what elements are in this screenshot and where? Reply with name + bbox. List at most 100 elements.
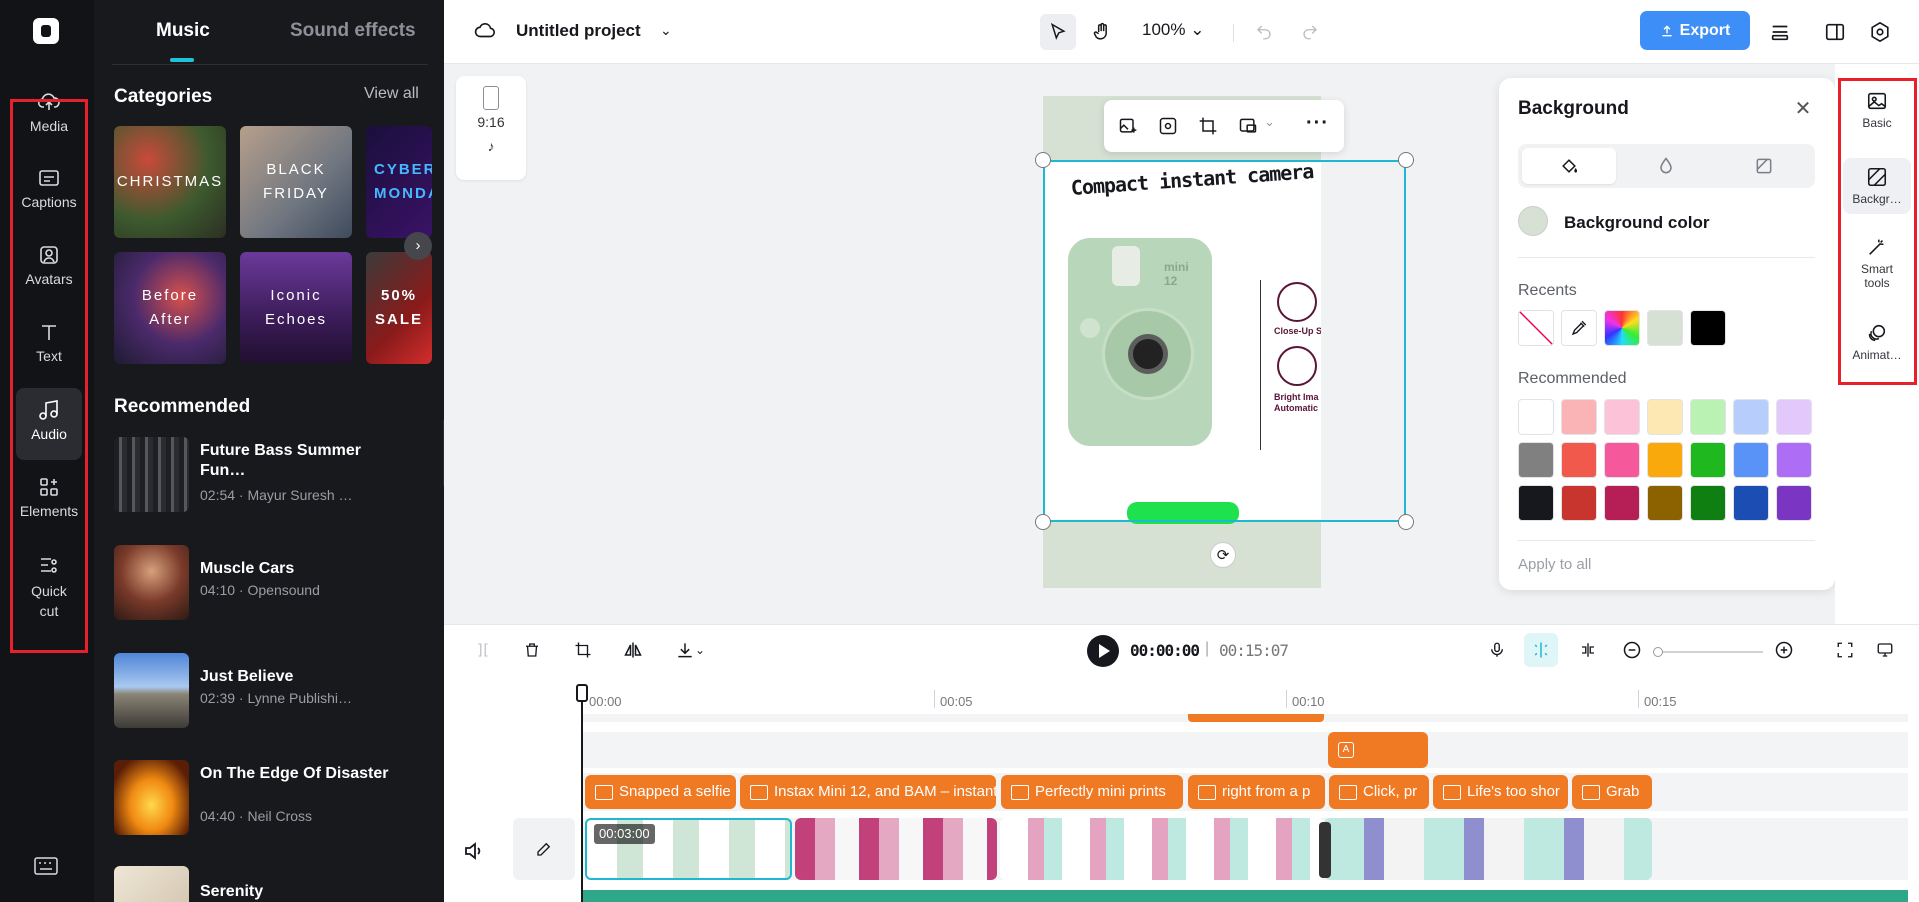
more-icon[interactable]: ···: [1306, 112, 1329, 135]
sidebar-item-elements[interactable]: Elements: [16, 465, 82, 537]
color-swatch[interactable]: [1776, 442, 1812, 478]
color-swatch[interactable]: [1647, 485, 1683, 521]
color-swatch[interactable]: [1604, 485, 1640, 521]
tab-color-fill[interactable]: [1522, 148, 1616, 184]
color-swatch[interactable]: [1776, 399, 1812, 435]
sidebar-item-text[interactable]: Text: [16, 310, 82, 382]
close-icon[interactable]: ✕: [1792, 98, 1814, 120]
track-item[interactable]: Just Believe 02:39 · Lynne Publishi…: [114, 653, 434, 733]
video-clip[interactable]: [1000, 818, 1324, 880]
tab-image[interactable]: [1717, 148, 1811, 184]
resize-handle[interactable]: [1398, 514, 1414, 530]
tab-music[interactable]: Music: [156, 20, 210, 42]
color-swatch[interactable]: [1561, 485, 1597, 521]
video-clip[interactable]: [795, 818, 997, 880]
zoom-slider[interactable]: [1653, 647, 1763, 657]
capcut-logo[interactable]: [33, 18, 59, 44]
view-all-link[interactable]: View all: [364, 85, 419, 103]
caption-clip[interactable]: Instax Mini 12, and BAM – instant: [740, 775, 996, 809]
export-button[interactable]: Export: [1640, 11, 1750, 50]
preview-window-icon[interactable]: [1870, 635, 1900, 665]
remove-background-icon[interactable]: [1158, 116, 1178, 136]
video-clip[interactable]: [1324, 818, 1652, 880]
chevron-down-icon[interactable]: ⌄: [660, 22, 672, 39]
zoom-dropdown[interactable]: 100% ⌄: [1142, 20, 1204, 40]
category-before-after[interactable]: Before After: [114, 252, 226, 364]
color-swatch[interactable]: [1561, 442, 1597, 478]
flip-icon[interactable]: [618, 635, 648, 665]
select-tool-button[interactable]: [1040, 14, 1076, 50]
resize-handle[interactable]: [1035, 514, 1051, 530]
aspect-ratio-button[interactable]: 9:16 ♪: [456, 76, 526, 180]
delete-icon[interactable]: [517, 635, 547, 665]
track-item[interactable]: Future Bass Summer Fun… 02:54 · Mayur Su…: [114, 437, 434, 517]
settings-button[interactable]: [1862, 14, 1898, 50]
caption-clip[interactable]: Snapped a selfie: [585, 775, 736, 809]
keyboard-icon[interactable]: [34, 857, 58, 875]
tab-blur[interactable]: [1619, 148, 1713, 184]
audio-track[interactable]: [582, 890, 1908, 902]
redo-button[interactable]: [1292, 14, 1328, 50]
custom-color-swatch[interactable]: [1604, 310, 1640, 346]
category-sale[interactable]: 50% SALE: [366, 252, 432, 364]
zoom-out-icon[interactable]: [1617, 635, 1647, 665]
color-swatch[interactable]: [1733, 485, 1769, 521]
color-swatch[interactable]: [1561, 399, 1597, 435]
track-item[interactable]: On The Edge Of Disaster 04:40 · Neil Cro…: [114, 760, 434, 840]
color-swatch[interactable]: [1604, 442, 1640, 478]
caption-clip[interactable]: Life's too shor: [1433, 775, 1568, 809]
sidebar-item-avatars[interactable]: Avatars: [16, 233, 82, 305]
tool-basic[interactable]: Basic: [1843, 90, 1911, 130]
color-swatch[interactable]: [1690, 310, 1726, 346]
rotate-icon[interactable]: ⟳: [1210, 542, 1236, 568]
color-swatch[interactable]: [1733, 442, 1769, 478]
tool-smart-tools[interactable]: Smart tools: [1843, 236, 1911, 290]
zoom-in-icon[interactable]: [1769, 635, 1799, 665]
category-cyber-monday[interactable]: CYBER MONDAY: [366, 126, 432, 238]
hand-tool-button[interactable]: [1084, 14, 1120, 50]
split-icon[interactable]: [468, 635, 498, 665]
playhead[interactable]: [581, 684, 583, 902]
crop-icon[interactable]: [1198, 116, 1218, 136]
caption-clip[interactable]: Grab: [1572, 775, 1652, 809]
color-swatch[interactable]: [1690, 485, 1726, 521]
color-swatch[interactable]: [1518, 442, 1554, 478]
color-swatch[interactable]: [1647, 442, 1683, 478]
transition-handle[interactable]: [1319, 822, 1331, 878]
edit-cover-button[interactable]: [513, 818, 575, 880]
color-swatch[interactable]: [1518, 399, 1554, 435]
fullscreen-icon[interactable]: [1830, 635, 1860, 665]
layers-button[interactable]: [1762, 14, 1798, 50]
project-title[interactable]: Untitled project: [516, 21, 641, 41]
sidebar-item-quick-cut[interactable]: Quick cut: [16, 543, 82, 627]
caption-clip[interactable]: right from a p: [1188, 775, 1325, 809]
tab-sound-effects[interactable]: Sound effects: [290, 20, 416, 42]
color-swatch[interactable]: [1647, 399, 1683, 435]
chevron-right-icon[interactable]: ›: [404, 232, 432, 260]
text-clip[interactable]: A: [1328, 732, 1428, 768]
volume-icon[interactable]: [462, 839, 486, 863]
caption-clip[interactable]: Click, pr: [1329, 775, 1429, 809]
slider-handle[interactable]: [1653, 647, 1663, 657]
tool-animation[interactable]: Animat…: [1843, 322, 1911, 362]
color-swatch[interactable]: [1647, 310, 1683, 346]
effect-clip[interactable]: [1188, 714, 1324, 722]
replace-image-icon[interactable]: [1118, 116, 1138, 136]
color-swatch[interactable]: [1690, 399, 1726, 435]
color-swatch[interactable]: [1518, 485, 1554, 521]
resize-handle[interactable]: [1035, 152, 1051, 168]
caption-clip[interactable]: Perfectly mini prints: [1001, 775, 1183, 809]
playhead-handle[interactable]: [576, 684, 588, 702]
color-swatch[interactable]: [1776, 485, 1812, 521]
current-color-swatch[interactable]: [1518, 206, 1548, 236]
no-color-swatch[interactable]: [1518, 310, 1554, 346]
color-swatch[interactable]: [1690, 442, 1726, 478]
sidebar-item-audio[interactable]: Audio: [16, 388, 82, 460]
download-icon[interactable]: ⌄: [668, 635, 712, 665]
color-swatch[interactable]: [1604, 399, 1640, 435]
sidebar-item-media[interactable]: Media: [16, 80, 82, 152]
eyedropper-icon[interactable]: [1561, 310, 1597, 346]
auto-snap-icon[interactable]: [1524, 633, 1558, 667]
sidebar-item-captions[interactable]: Captions: [16, 156, 82, 228]
crop-icon[interactable]: [568, 635, 598, 665]
